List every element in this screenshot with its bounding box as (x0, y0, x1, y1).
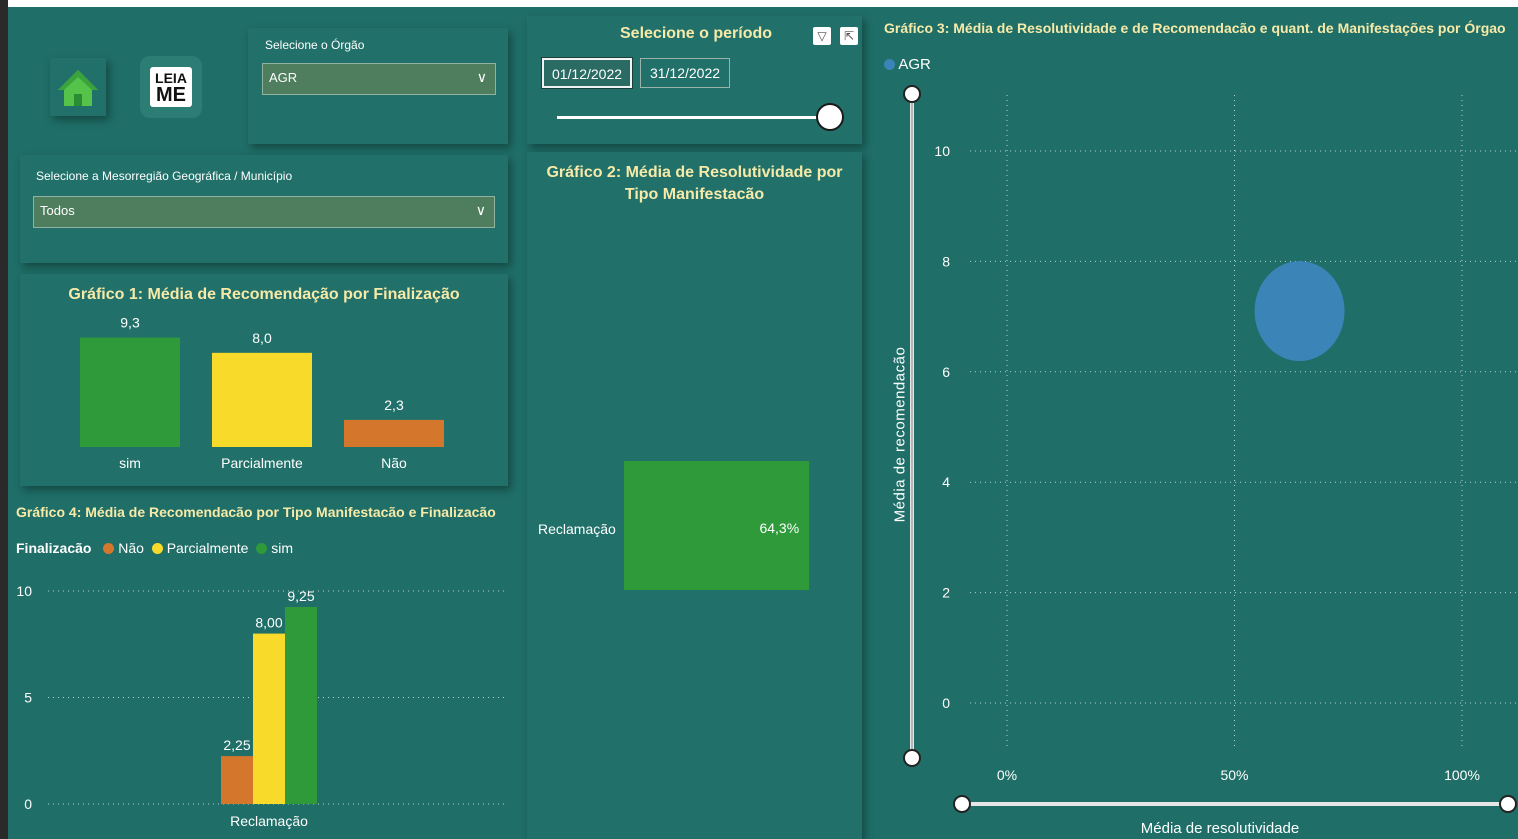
chart3-xtick-1: 50% (1220, 767, 1248, 783)
date-end-input[interactable]: 31/12/2022 (640, 58, 730, 88)
chevron-down-icon: ∨ (475, 202, 486, 218)
periodo-filter-panel: Selecione o período ▽ ⇱ 01/12/2022 31/12… (527, 16, 862, 144)
chart2-plot: 64,3% Reclamação (538, 461, 810, 590)
leia-text: LEIA (155, 70, 187, 86)
chart1-panel: Gráfico 1: Média de Recomendação por Fin… (20, 274, 508, 486)
chart1-category-label-2: Não (381, 455, 407, 471)
chart3-xtick-2: 100% (1444, 767, 1480, 783)
leia-me-button[interactable]: LEIA ME (140, 56, 202, 118)
chart2-panel: Gráfico 2: Média de Resolutividade por T… (527, 152, 862, 839)
chevron-down-icon: ∨ (476, 69, 487, 85)
chart4-plot: 10 5 0 2,25 8,00 9,25 Reclamação (16, 583, 506, 829)
chart4-ytick-2: 0 (24, 796, 32, 812)
chart3-ytick-0: 0 (942, 695, 950, 711)
periodo-filter-label: Selecione o período (620, 25, 773, 42)
chart4-data-label-0: 2,25 (223, 737, 250, 753)
chart3-panel: Gráfico 3: Média de Resolutividade e de … (870, 10, 1518, 839)
chart1-bar-2 (344, 419, 444, 447)
chart1-data-label-1: 8,0 (252, 330, 272, 346)
window-left-edge (0, 0, 8, 839)
chart3-y-slider-handle-bottom (903, 749, 921, 767)
chart4-panel: Gráfico 4: Média de Recomendacão por Tip… (8, 496, 508, 839)
chart3-plot: 02468100% 50% 100% (903, 85, 1517, 813)
period-slider-handle[interactable] (816, 103, 844, 131)
chart1-category-label-0: sim (119, 455, 141, 471)
window-top-edge (0, 0, 1518, 7)
orgao-dropdown[interactable]: AGR ∨ (262, 63, 496, 95)
chart1-category-label-1: Parcialmente (221, 455, 303, 471)
chart2-data-label-0: 64,3% (759, 520, 799, 536)
chart3-xlabel: Média de resolutividade (1140, 820, 1300, 837)
chart3-x-slider-handle-right (1499, 795, 1517, 813)
mesorregiao-dropdown-value: Todos (40, 203, 75, 218)
chart4-ytick-0: 10 (16, 583, 32, 599)
home-icon (58, 70, 98, 106)
chart3-ylabel: Média de recomendacão (891, 346, 909, 523)
chart1-data-label-0: 9,3 (120, 315, 140, 331)
chart1-bar-0 (80, 337, 180, 447)
date-start-input[interactable]: 01/12/2022 (542, 58, 632, 88)
period-slider-track[interactable] (557, 116, 817, 119)
chart3-xtick-0: 0% (997, 767, 1017, 783)
chart3-x-slider-handle-left (953, 795, 971, 813)
chart1-bar-1 (212, 352, 312, 447)
chart4-data-label-2: 9,25 (287, 588, 314, 604)
chart2-category-label-0: Reclamação (538, 521, 616, 537)
focus-mode-icon[interactable]: ⇱ (840, 27, 858, 45)
mesorregiao-filter-panel: Selecione a Mesorregião Geográfica / Mun… (20, 155, 508, 263)
chart3-ytick-3: 6 (942, 364, 950, 380)
me-text: ME (156, 84, 186, 106)
mesorregiao-filter-label: Selecione a Mesorregião Geográfica / Mun… (36, 169, 293, 183)
chart3-bubble-agr (1254, 261, 1345, 362)
home-button[interactable] (50, 58, 106, 116)
chart1-data-label-2: 2,3 (384, 397, 404, 413)
chart4-bar-2 (285, 606, 317, 804)
orgao-filter-label: Selecione o Órgão (265, 38, 365, 52)
orgao-dropdown-value: AGR (269, 70, 298, 85)
chart3-ytick-5: 10 (934, 143, 950, 159)
chart4-bar-0 (221, 756, 253, 804)
chart3-y-slider-handle-top (903, 85, 921, 103)
chart4-category-label: Reclamação (230, 813, 308, 829)
filter-icon[interactable]: ▽ (813, 27, 831, 45)
chart3-ytick-4: 8 (942, 253, 950, 269)
chart3-ytick-1: 2 (942, 585, 950, 601)
chart4-ytick-1: 5 (24, 690, 32, 706)
mesorregiao-dropdown[interactable]: Todos ∨ (33, 196, 495, 228)
orgao-filter-panel: Selecione o Órgão AGR ∨ (248, 28, 508, 144)
chart4-bar-1 (253, 633, 285, 804)
chart3-ytick-2: 4 (942, 474, 950, 490)
chart1-plot: 9,3 sim 8,0 Parcialmente 2,3 Não (80, 315, 444, 471)
chart4-data-label-1: 8,00 (255, 615, 282, 631)
